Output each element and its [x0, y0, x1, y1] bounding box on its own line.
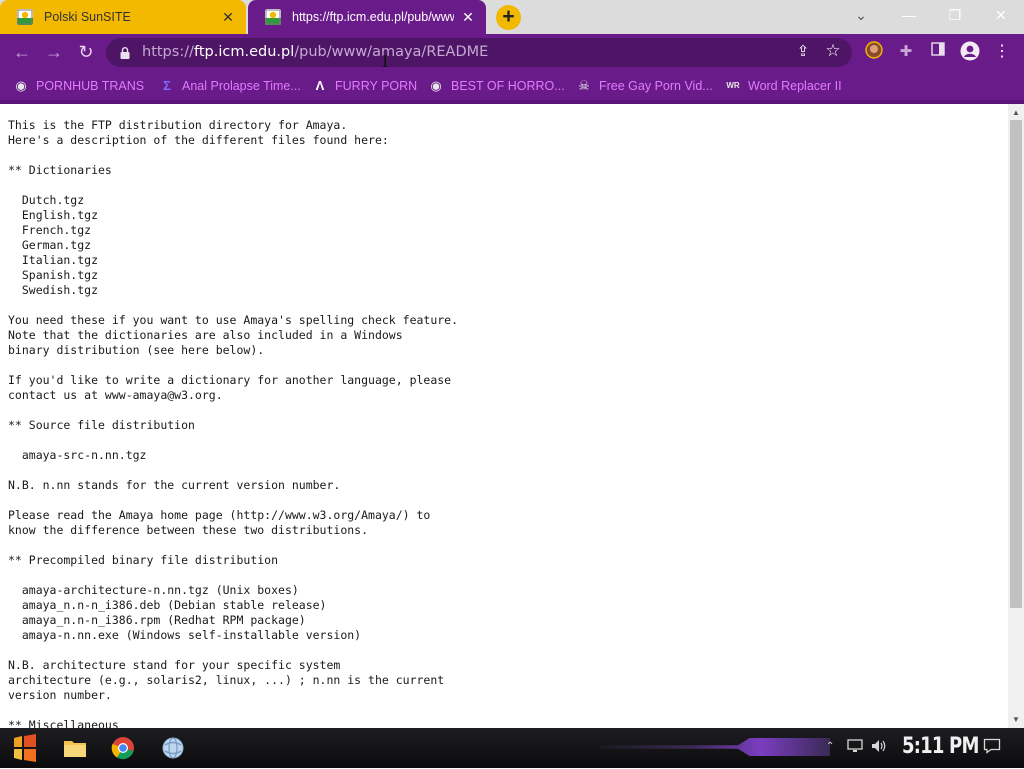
bookmark-label: PORNHUB TRANS — [36, 79, 145, 93]
globe-icon: ◉ — [430, 78, 442, 93]
network-icon[interactable] — [847, 738, 863, 757]
volume-icon[interactable] — [870, 738, 888, 757]
chrome-icon[interactable] — [106, 732, 140, 764]
bookmark-label: FURRY PORN — [335, 79, 418, 93]
wr-icon: WR — [726, 81, 740, 90]
bookmark-label: Free Gay Porn Vid... — [599, 79, 713, 93]
vertical-scrollbar[interactable]: ▲ ▼ — [1008, 104, 1024, 728]
sunsite-favicon-icon — [17, 9, 33, 25]
tab-close-icon[interactable]: ✕ — [220, 9, 236, 25]
lambda-icon: Λ — [315, 78, 325, 93]
page-content: This is the FTP distribution directory f… — [0, 104, 1008, 728]
tab-title: Polski SunSITE — [44, 10, 131, 24]
url-text[interactable]: https://ftp.icm.edu.pl/pub/www/amaya/REA… — [142, 44, 488, 60]
address-bar[interactable]: https://ftp.icm.edu.pl/pub/www/amaya/REA… — [106, 38, 852, 67]
extensions-icon[interactable]: ✚ — [895, 41, 917, 63]
tab-readme[interactable]: https://ftp.icm.edu.pl/pub/www/ ✕ — [248, 0, 486, 34]
tab-search-chevron-icon[interactable]: ⌄ — [838, 0, 884, 34]
browser-toolbar: ← → ↻ https://ftp.icm.edu.pl/pub/www/ama… — [0, 34, 1024, 72]
tab-close-icon[interactable]: ✕ — [460, 9, 476, 25]
bookmark-label: BEST OF HORRO... — [451, 79, 565, 93]
url-scheme: https:// — [142, 44, 194, 60]
new-tab-button[interactable]: + — [496, 5, 521, 30]
ftp-favicon-icon — [265, 9, 281, 25]
back-icon[interactable]: ← — [8, 38, 36, 66]
taskbar-decoration — [600, 738, 830, 756]
skull-icon: ☠ — [578, 78, 590, 93]
reload-icon[interactable]: ↻ — [72, 38, 100, 66]
bookmark-item[interactable]: ◉ PORNHUB TRANS — [14, 77, 144, 95]
tab-strip: Polski SunSITE ✕ https://ftp.icm.edu.pl/… — [0, 0, 1024, 34]
scroll-down-icon[interactable]: ▼ — [1012, 715, 1020, 724]
scrollbar-thumb[interactable] — [1010, 120, 1022, 608]
bookmark-item[interactable]: WR Word Replacer II — [726, 77, 842, 95]
file-explorer-icon[interactable] — [58, 732, 92, 764]
bookmark-label: Anal Prolapse Time... — [182, 79, 301, 93]
lock-icon[interactable] — [120, 46, 130, 59]
avatar-icon[interactable] — [863, 41, 885, 63]
sigma-icon: Σ — [163, 78, 171, 93]
notification-icon[interactable] — [983, 738, 1001, 757]
bookmark-item[interactable]: ◉ BEST OF HORRO... — [429, 77, 565, 95]
url-path: /pub/www/amaya/README — [294, 44, 489, 60]
globe-icon: ◉ — [15, 78, 27, 93]
scroll-up-icon[interactable]: ▲ — [1012, 108, 1020, 117]
readme-text: This is the FTP distribution directory f… — [8, 118, 459, 728]
tab-polski-sunsite[interactable]: Polski SunSITE ✕ — [0, 0, 246, 34]
internet-explorer-icon[interactable] — [156, 732, 190, 764]
taskbar-clock[interactable]: 5:11 PM — [902, 734, 979, 759]
share-icon[interactable]: ⇪ — [794, 43, 812, 61]
bookmark-item[interactable]: Λ FURRY PORN — [313, 77, 418, 95]
bookmarks-bar: ◉ PORNHUB TRANS Σ Anal Prolapse Time... … — [0, 72, 1024, 104]
side-panel-icon[interactable] — [927, 41, 949, 63]
bookmark-label: Word Replacer II — [748, 79, 842, 93]
tray-chevron-icon[interactable]: ⌃ — [826, 741, 834, 752]
bookmark-item[interactable]: ☠ Free Gay Porn Vid... — [577, 77, 713, 95]
restore-button[interactable]: ❐ — [932, 0, 978, 34]
forward-icon[interactable]: → — [40, 38, 68, 66]
bookmark-item[interactable]: Σ Anal Prolapse Time... — [160, 77, 301, 95]
taskbar: ⌃ 5:11 PM — [0, 728, 1024, 768]
close-window-button[interactable]: ✕ — [978, 0, 1024, 34]
tab-title: https://ftp.icm.edu.pl/pub/www/ — [292, 10, 454, 24]
start-icon[interactable] — [8, 732, 42, 764]
url-host: ftp.icm.edu.pl — [193, 44, 295, 60]
profile-icon[interactable] — [959, 41, 981, 63]
minimize-button[interactable]: — — [886, 0, 932, 34]
star-icon[interactable]: ☆ — [824, 42, 842, 60]
menu-icon[interactable]: ⋮ — [991, 41, 1013, 63]
